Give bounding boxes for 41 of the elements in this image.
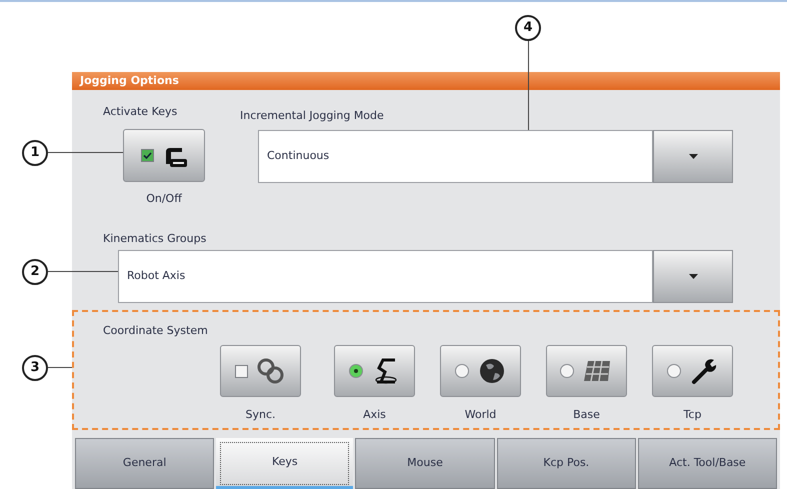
checkmark-icon [142, 151, 152, 160]
chain-link-icon [256, 357, 286, 385]
tab[interactable]: General [75, 438, 214, 489]
radio-button[interactable] [348, 364, 362, 378]
field-label: Kinematics Groups [103, 232, 206, 246]
callout-number: 2 [22, 259, 48, 285]
dropdown-button[interactable] [653, 250, 733, 303]
dropdown-field[interactable]: Continuous [258, 130, 653, 183]
caret-icon [688, 154, 698, 159]
radio-button[interactable] [666, 364, 680, 378]
checkbox[interactable] [235, 364, 248, 378]
caret-icon [688, 274, 698, 279]
tab[interactable]: Act. Tool/Base [638, 438, 778, 489]
leader-line [48, 367, 72, 368]
callout-number: 3 [22, 355, 48, 381]
tab[interactable]: Kcp Pos. [496, 438, 636, 489]
coordinate-system-button[interactable] [220, 345, 301, 397]
radio-button[interactable] [560, 364, 574, 378]
coordinate-system-button[interactable] [440, 345, 521, 397]
button-caption: Sync. [245, 408, 276, 422]
button-caption: Axis [363, 408, 386, 422]
panel-title: Jogging Options [80, 72, 179, 89]
field-label: Incremental Jogging Mode [240, 109, 385, 123]
field-label: Activate Keys [103, 105, 178, 119]
button-caption: Base [573, 408, 600, 422]
group-label: Coordinate System [103, 324, 208, 338]
coordinate-system-button[interactable] [334, 345, 415, 397]
tab[interactable]: Keys [216, 438, 354, 489]
tab[interactable]: Mouse [355, 438, 495, 489]
callout-number: 4 [515, 15, 541, 41]
button-caption: Tcp [684, 408, 702, 422]
coordinate-system-button[interactable] [652, 345, 733, 397]
dropdown-field[interactable]: Robot Axis [118, 250, 653, 303]
leader-line [48, 271, 118, 272]
dropdown-button[interactable] [653, 130, 733, 183]
activate-keys-button[interactable] [123, 129, 205, 182]
radio-button[interactable] [454, 364, 468, 378]
button-caption: On/Off [145, 192, 183, 206]
callout-number: 1 [22, 140, 48, 166]
checkbox[interactable] [140, 149, 154, 162]
button-caption: World [464, 408, 496, 422]
